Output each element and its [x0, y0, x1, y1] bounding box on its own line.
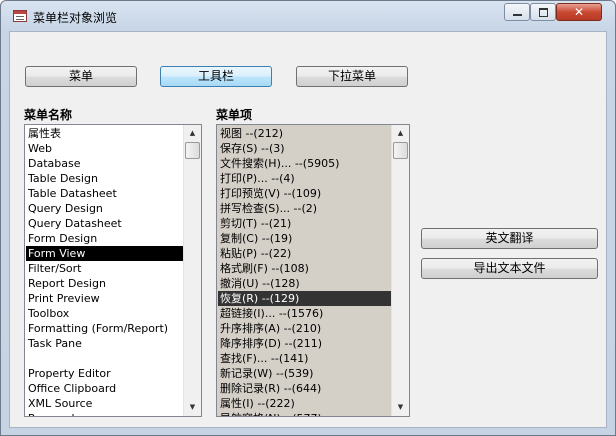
- translate-english-button[interactable]: 英文翻译: [421, 228, 598, 249]
- toolbar-button[interactable]: 工具栏: [160, 66, 272, 87]
- list-item[interactable]: 属性(I) --(222): [218, 396, 391, 411]
- list-item[interactable]: Query Design: [26, 201, 183, 216]
- list-item[interactable]: Form Design: [26, 231, 183, 246]
- dialog-window: 菜单栏对象浏览 ✕ 菜单 工具栏 下拉菜单 菜单名称 菜单项 属性表 Web Dat…: [0, 0, 616, 436]
- list-item[interactable]: 新记录(W) --(539): [218, 366, 391, 381]
- list-item[interactable]: Task Pane: [26, 336, 183, 351]
- app-form-icon: [13, 10, 27, 22]
- list-item[interactable]: Report Design: [26, 276, 183, 291]
- list-item[interactable]: 打印预览(V) --(109): [218, 186, 391, 201]
- list-item[interactable]: Query Datasheet: [26, 216, 183, 231]
- list-item[interactable]: Table Design: [26, 171, 183, 186]
- list-item[interactable]: 格式刷(F) --(108): [218, 261, 391, 276]
- window-title: 菜单栏对象浏览: [33, 11, 118, 25]
- menu-name-listbox[interactable]: 属性表 Web Database Table Design Table Datashee…: [24, 124, 202, 417]
- menu-items-items: 视图 --(212) 保存(S) --(3) 文件搜索(H)... --(5905)…: [218, 126, 391, 416]
- menu-items-listbox[interactable]: 视图 --(212) 保存(S) --(3) 文件搜索(H)... --(5905)…: [216, 124, 410, 417]
- close-button[interactable]: ✕: [556, 3, 602, 21]
- list-item[interactable]: 撤消(U) --(128): [218, 276, 391, 291]
- list-item[interactable]: 删除记录(R) --(644): [218, 381, 391, 396]
- scroll-up-arrow-icon[interactable]: ▲: [393, 126, 408, 141]
- list-item[interactable]: 剪切(T) --(21): [218, 216, 391, 231]
- menu-name-items: 属性表 Web Database Table Design Table Datashee…: [26, 126, 183, 416]
- list-item[interactable]: 复制(C) --(19): [218, 231, 391, 246]
- menu-button[interactable]: 菜单: [25, 66, 137, 87]
- scroll-up-arrow-icon[interactable]: ▲: [185, 126, 200, 141]
- scroll-down-arrow-icon[interactable]: ▼: [393, 400, 408, 415]
- list-item[interactable]: 降序排序(D) --(211): [218, 336, 391, 351]
- list-item[interactable]: Research: [26, 411, 183, 416]
- list-item[interactable]: 保存(S) --(3): [218, 141, 391, 156]
- list-item[interactable]: 视图 --(212): [218, 126, 391, 141]
- close-icon: ✕: [573, 5, 585, 19]
- list-item[interactable]: Property Editor: [26, 366, 183, 381]
- maximize-button[interactable]: [530, 3, 556, 21]
- scrollbar-thumb[interactable]: [185, 142, 200, 159]
- title-bar[interactable]: 菜单栏对象浏览 ✕: [1, 1, 615, 31]
- list-item[interactable]: 文件搜索(H)... --(5905): [218, 156, 391, 171]
- list-item[interactable]: 打印(P)... --(4): [218, 171, 391, 186]
- list-item[interactable]: 超链接(I)... --(1576): [218, 306, 391, 321]
- list-item[interactable]: 恢复(R) --(129): [218, 291, 391, 306]
- list-item[interactable]: 导航窗格(N) --(577): [218, 411, 391, 416]
- list-item[interactable]: Print Preview: [26, 291, 183, 306]
- scrollbar-thumb[interactable]: [393, 142, 408, 159]
- dropdown-menu-button[interactable]: 下拉菜单: [296, 66, 408, 87]
- list-item[interactable]: Filter/Sort: [26, 261, 183, 276]
- menu-name-label: 菜单名称: [24, 108, 73, 122]
- list-item[interactable]: [26, 351, 183, 366]
- minimize-button[interactable]: [504, 3, 530, 21]
- list-item[interactable]: Database: [26, 156, 183, 171]
- list-item[interactable]: Formatting (Form/Report): [26, 321, 183, 336]
- menu-items-label: 菜单项: [216, 108, 253, 122]
- scroll-down-arrow-icon[interactable]: ▼: [185, 400, 200, 415]
- menu-items-scrollbar[interactable]: ▲ ▼: [391, 125, 409, 416]
- list-item[interactable]: XML Source: [26, 396, 183, 411]
- list-item[interactable]: 粘贴(P) --(22): [218, 246, 391, 261]
- list-item[interactable]: Table Datasheet: [26, 186, 183, 201]
- list-item[interactable]: Office Clipboard: [26, 381, 183, 396]
- list-item[interactable]: 属性表: [26, 126, 183, 141]
- menu-name-scrollbar[interactable]: ▲ ▼: [183, 125, 201, 416]
- list-item[interactable]: 拼写检查(S)... --(2): [218, 201, 391, 216]
- export-text-file-button[interactable]: 导出文本文件: [421, 258, 598, 279]
- list-item[interactable]: Toolbox: [26, 306, 183, 321]
- list-item[interactable]: Web: [26, 141, 183, 156]
- list-item[interactable]: 查找(F)... --(141): [218, 351, 391, 366]
- list-item[interactable]: Form View: [26, 246, 183, 261]
- dialog-client-area: 菜单 工具栏 下拉菜单 菜单名称 菜单项 属性表 Web Database Table…: [9, 31, 607, 428]
- list-item[interactable]: 升序排序(A) --(210): [218, 321, 391, 336]
